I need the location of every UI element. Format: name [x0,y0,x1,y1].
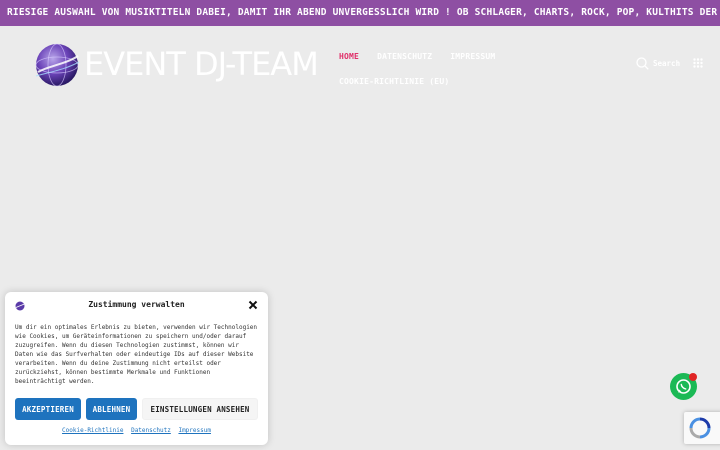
consent-links: Cookie-Richtlinie Datenschutz Impressum [5,427,268,434]
nav-datenschutz[interactable]: DATENSCHUTZ [377,52,432,61]
globe-logo-icon [35,43,80,87]
site-logo[interactable]: EVENT DJ-TEAM [34,42,319,88]
nav-cookie-richtlinie[interactable]: COOKIE-RICHTLINIE (EU) [339,77,449,86]
main-navigation: HOME DATENSCHUTZ IMPRESSUM COOKIE-RICHTL… [339,44,589,94]
consent-link-datenschutz[interactable]: Datenschutz [131,427,171,434]
consent-title: Zustimmung verwalten [88,300,185,309]
grid-menu-icon[interactable] [693,58,703,68]
news-ticker: RIESIGE AUSWAHL VON MUSIKTITELN DABEI, D… [0,0,720,26]
search-label: Search [653,59,681,68]
search-icon [636,57,649,70]
consent-link-impressum[interactable]: Impressum [178,427,211,434]
nav-impressum[interactable]: IMPRESSUM [450,52,495,61]
accept-button[interactable]: AKZEPTIEREN [15,398,81,420]
site-header: EVENT DJ-TEAM HOME DATENSCHUTZ IMPRESSUM… [0,26,720,100]
notification-dot [689,373,697,381]
logo-text: EVENT DJ-TEAM [84,45,319,83]
view-settings-button[interactable]: EINSTELLUNGEN ANSEHEN [142,398,258,420]
deny-button[interactable]: ABLEHNEN [86,398,137,420]
consent-text: Um dir ein optimales Erlebnis zu bieten,… [15,324,258,385]
close-icon[interactable] [248,300,258,310]
ticker-text: RIESIGE AUSWAHL VON MUSIKTITELN DABEI, D… [7,7,720,18]
consent-link-cookie-richtlinie[interactable]: Cookie-Richtlinie [62,427,123,434]
nav-home[interactable]: HOME [339,52,359,61]
recaptcha-icon [689,417,711,439]
consent-button-row: AKZEPTIEREN ABLEHNEN EINSTELLUNGEN ANSEH… [15,398,258,420]
recaptcha-badge[interactable] [684,412,720,444]
cookie-consent-dialog: Zustimmung verwalten Um dir ein optimale… [5,292,268,445]
search-button[interactable]: Search [636,57,680,70]
